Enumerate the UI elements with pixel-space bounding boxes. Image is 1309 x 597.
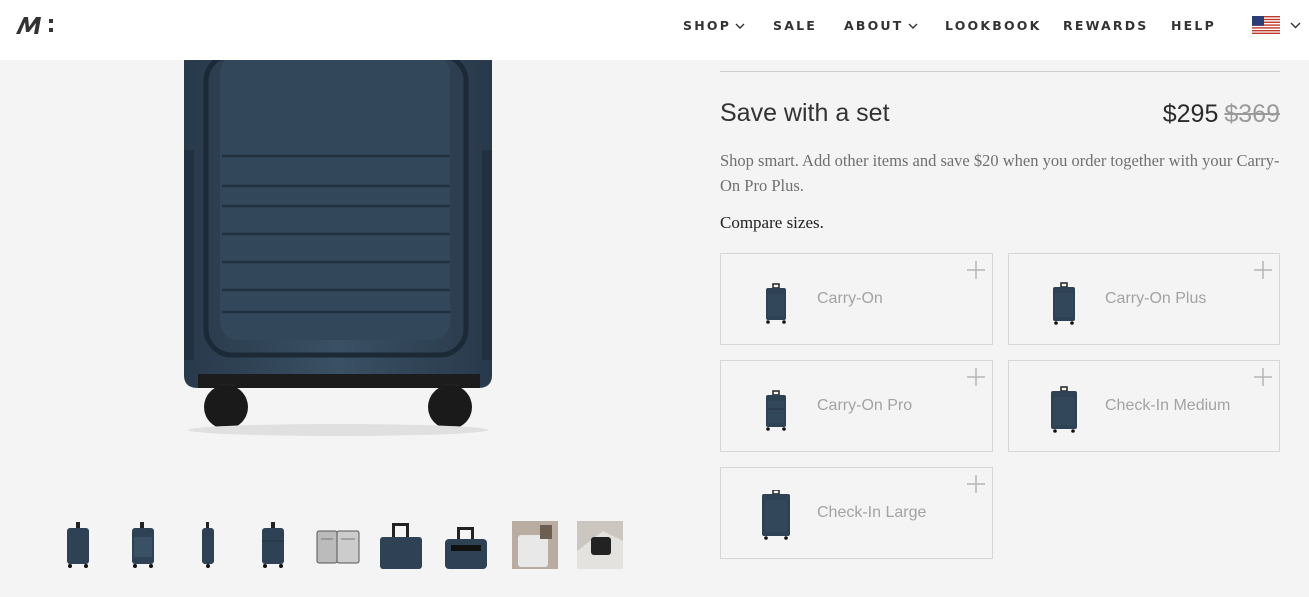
set-price: $295 $369 <box>1163 100 1280 129</box>
size-name: Carry-On Pro <box>817 397 913 414</box>
suitcase-icon <box>766 390 786 431</box>
size-card-carry-on-plus[interactable]: Carry-On Plus <box>1008 253 1280 345</box>
nav-shop-label: SHOP <box>683 18 732 33</box>
size-card-check-in-large[interactable]: Check-In Large <box>720 467 993 559</box>
thumbnail-side[interactable] <box>185 521 231 569</box>
thumbnail-back[interactable] <box>250 521 296 569</box>
product-main-image[interactable] <box>150 0 530 450</box>
region-chevron-down-icon[interactable] <box>1290 20 1301 30</box>
size-name: Check-In Medium <box>1105 397 1231 414</box>
size-card-check-in-medium[interactable]: Check-In Medium <box>1008 360 1280 452</box>
chevron-down-icon <box>735 23 745 29</box>
size-card-carry-on-pro[interactable]: Carry-On Pro <box>720 360 993 452</box>
suitcase-icon <box>762 490 790 540</box>
thumbnail-top-handle[interactable] <box>443 521 489 569</box>
nav-rewards[interactable]: REWARDS <box>1063 18 1148 33</box>
nav-help[interactable]: HELP <box>1171 18 1216 33</box>
nav-about-label: ABOUT <box>844 18 904 33</box>
size-card-carry-on[interactable]: Carry-On <box>720 253 993 345</box>
sale-price: $295 <box>1162 100 1219 128</box>
size-name: Check-In Large <box>817 504 927 521</box>
plus-icon[interactable] <box>1253 260 1273 280</box>
brand-logo[interactable] <box>15 13 57 37</box>
plus-icon[interactable] <box>966 367 986 387</box>
us-flag-icon[interactable] <box>1252 16 1280 34</box>
thumbnail-handle-up[interactable] <box>378 521 424 569</box>
suitcase-icon <box>1053 282 1075 325</box>
plus-icon[interactable] <box>966 474 986 494</box>
size-name: Carry-On Plus <box>1105 290 1207 307</box>
thumbnail-angle[interactable] <box>120 521 166 569</box>
nav-sale-label: SALE <box>773 18 817 33</box>
nav-about[interactable]: ABOUT <box>844 18 918 33</box>
set-offer-description: Shop smart. Add other items and save $20… <box>720 151 1280 195</box>
thumbnail-in-use-detail[interactable] <box>577 521 623 569</box>
thumbnail-in-use-white[interactable] <box>512 521 558 569</box>
thumbnail-open-interior[interactable] <box>315 521 361 569</box>
nav-rewards-label: REWARDS <box>1063 18 1149 33</box>
suitcase-icon <box>766 283 786 324</box>
nav-lookbook-label: LOOKBOOK <box>945 18 1042 33</box>
compare-sizes-link[interactable]: Compare sizes. <box>720 213 824 233</box>
nav-lookbook[interactable]: LOOKBOOK <box>945 18 1042 33</box>
chevron-down-icon <box>908 23 918 29</box>
set-offer-title: Save with a set <box>720 99 890 127</box>
site-header: SHOP SALE ABOUT LOOKBOOK REWARDS HELP <box>0 0 1309 60</box>
original-price: $369 <box>1224 100 1280 128</box>
nav-shop[interactable]: SHOP <box>683 18 745 33</box>
plus-icon[interactable] <box>966 260 986 280</box>
nav-help-label: HELP <box>1171 18 1216 33</box>
nav-sale[interactable]: SALE <box>773 18 817 33</box>
section-divider <box>720 71 1280 72</box>
suitcase-icon <box>1051 386 1077 433</box>
size-name: Carry-On <box>817 290 883 307</box>
thumbnail-front[interactable] <box>55 521 101 569</box>
plus-icon[interactable] <box>1253 367 1273 387</box>
